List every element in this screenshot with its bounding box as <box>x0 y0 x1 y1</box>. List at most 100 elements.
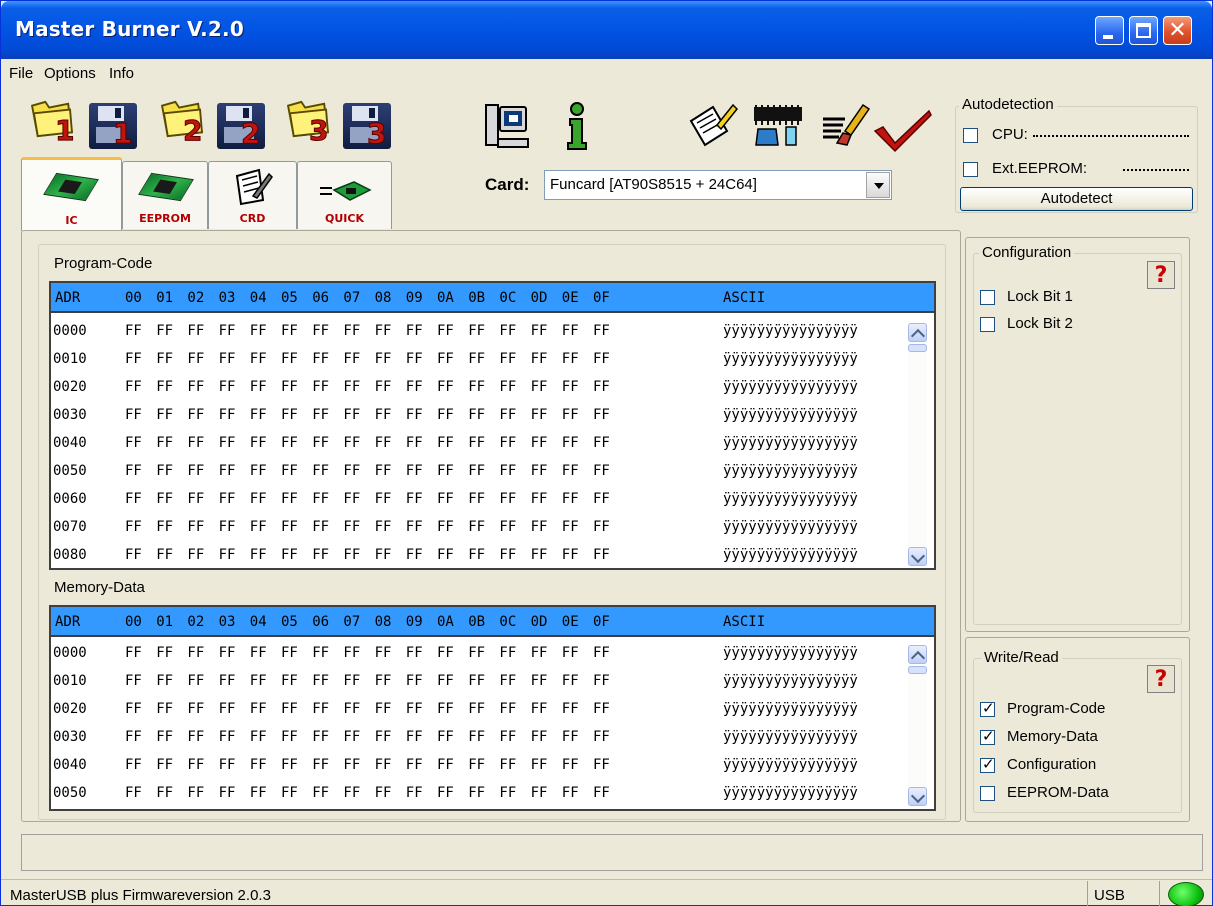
hex-byte[interactable]: FF <box>437 407 454 423</box>
hex-byte[interactable]: FF <box>187 785 204 801</box>
hex-byte[interactable]: FF <box>250 435 267 451</box>
hex-byte[interactable]: FF <box>406 785 423 801</box>
hex-byte[interactable]: FF <box>406 463 423 479</box>
hex-byte[interactable]: FF <box>562 547 579 563</box>
hex-byte[interactable]: FF <box>343 673 360 689</box>
hex-byte[interactable]: FF <box>562 323 579 339</box>
hex-byte[interactable]: FF <box>281 519 298 535</box>
hex-byte[interactable]: FF <box>156 673 173 689</box>
hex-byte[interactable]: FF <box>562 519 579 535</box>
hex-byte[interactable]: FF <box>125 757 142 773</box>
hex-byte[interactable]: FF <box>250 463 267 479</box>
hex-byte[interactable]: FF <box>531 785 548 801</box>
hex-byte[interactable]: FF <box>593 435 610 451</box>
hex-byte[interactable]: FF <box>250 351 267 367</box>
hex-byte[interactable]: FF <box>343 645 360 661</box>
hex-byte[interactable]: FF <box>562 491 579 507</box>
hex-byte[interactable]: FF <box>437 323 454 339</box>
hex-byte[interactable]: FF <box>281 673 298 689</box>
hex-byte[interactable]: FF <box>531 729 548 745</box>
hex-byte[interactable]: FF <box>437 701 454 717</box>
hex-byte[interactable]: FF <box>468 519 485 535</box>
hex-byte[interactable]: FF <box>156 729 173 745</box>
scroll-down-icon[interactable] <box>908 547 927 566</box>
hex-byte[interactable]: FF <box>281 729 298 745</box>
hex-byte[interactable]: FF <box>406 435 423 451</box>
hex-byte[interactable]: FF <box>468 547 485 563</box>
eeprom-data-checkbox[interactable] <box>980 786 995 801</box>
hex-byte[interactable]: FF <box>219 491 236 507</box>
hex-byte[interactable]: FF <box>343 435 360 451</box>
hex-byte[interactable]: FF <box>468 351 485 367</box>
info-button[interactable] <box>562 101 592 151</box>
hex-byte[interactable]: FF <box>156 463 173 479</box>
hex-byte[interactable]: FF <box>406 729 423 745</box>
hex-byte[interactable]: FF <box>125 701 142 717</box>
hex-byte[interactable]: FF <box>125 673 142 689</box>
memory-data-scrollbar[interactable] <box>908 645 927 806</box>
hex-byte[interactable]: FF <box>312 379 329 395</box>
hex-byte[interactable]: FF <box>219 463 236 479</box>
hex-byte[interactable]: FF <box>499 491 516 507</box>
hex-byte[interactable]: FF <box>468 785 485 801</box>
hex-byte[interactable]: FF <box>156 519 173 535</box>
hex-byte[interactable]: FF <box>312 673 329 689</box>
hex-byte[interactable]: FF <box>562 785 579 801</box>
hex-byte[interactable]: FF <box>499 323 516 339</box>
hex-byte[interactable]: FF <box>406 673 423 689</box>
hex-byte[interactable]: FF <box>468 673 485 689</box>
hex-byte[interactable]: FF <box>343 729 360 745</box>
verify-button[interactable] <box>873 109 933 153</box>
hex-byte[interactable]: FF <box>593 323 610 339</box>
hex-byte[interactable]: FF <box>375 379 392 395</box>
hex-byte[interactable]: FF <box>281 491 298 507</box>
hex-byte[interactable]: FF <box>468 729 485 745</box>
minimize-button[interactable] <box>1095 16 1124 45</box>
hex-byte[interactable]: FF <box>219 351 236 367</box>
hex-byte[interactable]: FF <box>406 645 423 661</box>
hex-byte[interactable]: FF <box>375 519 392 535</box>
hex-byte[interactable]: FF <box>499 645 516 661</box>
write-read-help-button[interactable]: ? <box>1147 665 1175 693</box>
hex-byte[interactable]: FF <box>468 323 485 339</box>
hex-byte[interactable]: FF <box>531 435 548 451</box>
hex-byte[interactable]: FF <box>375 757 392 773</box>
hex-byte[interactable]: FF <box>468 407 485 423</box>
hex-row[interactable]: 0050 FF FF FF FF FF FF FF FF FF FF FF FF FF FF FF FF ÿÿÿÿ… <box>51 779 906 807</box>
hex-byte[interactable]: FF <box>125 491 142 507</box>
hex-byte[interactable]: FF <box>250 645 267 661</box>
hex-byte[interactable]: FF <box>343 547 360 563</box>
menu-file[interactable]: File <box>9 65 33 82</box>
scroll-thumb[interactable] <box>908 666 927 674</box>
hex-byte[interactable]: FF <box>281 757 298 773</box>
hex-byte[interactable]: FF <box>468 645 485 661</box>
hex-byte[interactable]: FF <box>562 757 579 773</box>
hex-byte[interactable]: FF <box>312 435 329 451</box>
hex-byte[interactable]: FF <box>499 547 516 563</box>
hex-byte[interactable]: FF <box>593 701 610 717</box>
hex-byte[interactable]: FF <box>593 379 610 395</box>
hex-row[interactable]: 0000 FF FF FF FF FF FF FF FF FF FF FF FF FF FF FF FF ÿÿÿÿ… <box>51 639 906 667</box>
hex-byte[interactable]: FF <box>156 547 173 563</box>
hex-row[interactable]: 0040 FF FF FF FF FF FF FF FF FF FF FF FF FF FF FF FF ÿÿÿÿ… <box>51 751 906 779</box>
hex-byte[interactable]: FF <box>281 785 298 801</box>
hex-byte[interactable]: FF <box>343 701 360 717</box>
scroll-down-icon[interactable] <box>908 787 927 806</box>
hex-row[interactable]: 0080 FF FF FF FF FF FF FF FF FF FF FF FF FF FF FF FF ÿÿÿÿ… <box>51 541 906 569</box>
hex-byte[interactable]: FF <box>468 463 485 479</box>
open-file-2-button[interactable]: 2 <box>159 100 213 150</box>
hex-byte[interactable]: FF <box>531 519 548 535</box>
hex-byte[interactable]: FF <box>343 379 360 395</box>
hex-byte[interactable]: FF <box>312 491 329 507</box>
hex-byte[interactable]: FF <box>219 645 236 661</box>
hex-byte[interactable]: FF <box>406 519 423 535</box>
hex-byte[interactable]: FF <box>281 351 298 367</box>
hex-byte[interactable]: FF <box>468 491 485 507</box>
scroll-up-icon[interactable] <box>908 645 927 664</box>
hex-byte[interactable]: FF <box>437 463 454 479</box>
hex-byte[interactable]: FF <box>406 407 423 423</box>
program-code-checkbox[interactable] <box>980 699 995 717</box>
hex-byte[interactable]: FF <box>375 701 392 717</box>
open-file-3-button[interactable]: 3 <box>285 100 339 150</box>
hex-byte[interactable]: FF <box>468 379 485 395</box>
